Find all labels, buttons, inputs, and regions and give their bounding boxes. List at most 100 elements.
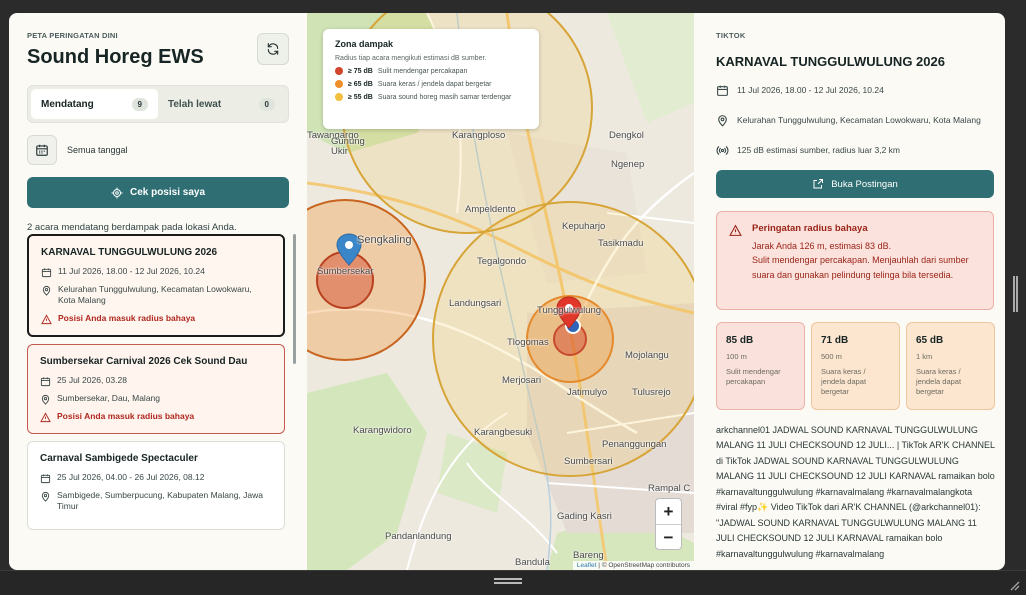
- map-label-kepuharjo: Kepuharjo: [562, 221, 606, 232]
- tab-mendatang[interactable]: Mendatang 9: [31, 89, 158, 119]
- event-date: 25 Jul 2026, 03.28: [57, 374, 127, 385]
- map-label-sumbersekar: Sumbersekar: [317, 266, 374, 277]
- map-label-pandanlandung: Pandanlandung: [385, 531, 452, 542]
- level-radius: 1 km: [916, 352, 933, 361]
- date-filter[interactable]: Semua tanggal: [27, 135, 128, 165]
- date-filter-button[interactable]: [27, 135, 57, 165]
- map-attribution: Leaflet | © OpenStreetMap contributors: [572, 561, 694, 570]
- post-description: arkchannel01 JADWAL SOUND KARNAVAL TUNGG…: [716, 425, 995, 559]
- map-label-ngenep: Ngenep: [611, 159, 645, 170]
- event-card[interactable]: KARNAVAL TUNGGULWULUNG 2026 11 Jul 2026,…: [27, 234, 285, 337]
- map-label-bareng: Bareng: [573, 550, 604, 561]
- calendar-clock-icon: [41, 268, 52, 278]
- refresh-button[interactable]: [257, 33, 289, 65]
- open-post-label: Buka Postingan: [831, 178, 898, 190]
- broadcast-icon: [716, 146, 729, 155]
- event-title: Sumbersekar Carnival 2026 Cek Sound Dau: [40, 355, 248, 367]
- impact-map[interactable]: Karangploso Dengkol Tawangargo Gunung Uk…: [307, 13, 694, 570]
- detail-estimate: 125 dB estimasi sumber, radius luar 3,2 …: [737, 145, 900, 155]
- resize-handle-side[interactable]: [1013, 276, 1018, 312]
- map-pin-icon: [42, 285, 51, 296]
- date-filter-label: Semua tanggal: [67, 145, 128, 155]
- map-label-gading-kasri: Gading Kasri: [557, 511, 612, 522]
- legend-level: ≥ 55 dB: [348, 93, 373, 101]
- map-label-landungsari: Landungsari: [449, 298, 502, 309]
- locate-me-label: Cek posisi saya: [129, 187, 206, 198]
- map-label-karangbesuki: Karangbesuki: [474, 427, 533, 438]
- noise-level-card: 71 dB 500 m Suara keras / jendela dapat …: [811, 322, 900, 410]
- noise-level-card: 65 dB 1 km Suara keras / jendela dapat b…: [906, 322, 995, 410]
- map-label-karangploso: Karangploso: [452, 130, 506, 141]
- legend-item: ≥ 65 dB Suara keras / jendela dapat berg…: [335, 80, 527, 88]
- event-alert: Posisi Anda masuk radius bahaya: [58, 312, 196, 323]
- warning-distance: Jarak Anda 126 m, estimasi 83 dB.: [752, 241, 892, 251]
- legend-item: ≥ 55 dB Suara sound horeg masih samar te…: [335, 93, 527, 101]
- warning-icon: [41, 314, 52, 325]
- legend-swatch-orange: [335, 80, 343, 88]
- event-card[interactable]: Carnaval Sambigede Spectaculer 25 Jul 20…: [27, 440, 285, 530]
- map-label-rampal: Rampal C: [648, 483, 691, 494]
- map-pin-icon: [41, 491, 50, 502]
- refresh-icon: [267, 43, 279, 55]
- warning-title: Peringatan radius bahaya: [752, 223, 868, 234]
- map-label-tlogomas: Tlogomas: [507, 337, 549, 348]
- legend-text: Suara sound horeg masih samar terdengar: [377, 93, 512, 101]
- event-title: KARNAVAL TUNGGULWULUNG 2026: [41, 247, 218, 258]
- map-label-ampeldento: Ampeldento: [465, 204, 516, 215]
- event-list-scrollbar[interactable]: [293, 234, 296, 364]
- event-detail-panel: TIKTOK KARNAVAL TUNGGULWULUNG 2026 11 Ju…: [694, 13, 1005, 570]
- event-location: Sambigede, Sumberpucung, Kabupaten Malan…: [57, 489, 264, 512]
- map-label-sumbersari: Sumbersari: [564, 456, 613, 467]
- legend-text: Sulit mendengar percakapan: [377, 67, 468, 75]
- locate-me-button[interactable]: Cek posisi saya: [27, 177, 289, 208]
- level-radius: 500 m: [821, 352, 842, 361]
- map-label-penanggungan: Penanggungan: [602, 439, 667, 450]
- map-label-tasikmadu: Tasikmadu: [598, 238, 644, 249]
- map-label-merjosari: Merjosari: [502, 375, 542, 386]
- osm-attribution[interactable]: | © OpenStreetMap contributors: [598, 562, 690, 569]
- detail-date: 11 Jul 2026, 18.00 - 12 Jul 2026, 10.24: [737, 85, 884, 95]
- map-label-jatimulyo: Jatimulyo: [567, 387, 608, 398]
- crosshair-icon: [111, 187, 123, 198]
- warning-advice: Sulit mendengar percakapan. Menjauhlah d…: [752, 255, 969, 280]
- resize-corner-icon[interactable]: [1008, 579, 1020, 591]
- event-sidebar: PETA PERINGATAN DINI Sound Horeg EWS Men…: [9, 13, 307, 570]
- zoom-in-button[interactable]: +: [656, 499, 681, 525]
- map-label-tulusrejo: Tulusrejo: [632, 387, 671, 398]
- legend-text: Suara keras / jendela dapat bergetar: [377, 80, 492, 88]
- map-pin-icon: [41, 394, 50, 405]
- open-post-button[interactable]: Buka Postingan: [716, 170, 994, 198]
- map-label-dengkol: Dengkol: [609, 130, 644, 141]
- leaflet-link[interactable]: Leaflet: [577, 562, 597, 569]
- event-source: TIKTOK: [716, 31, 746, 40]
- warning-icon: [40, 412, 51, 423]
- tab-telah-lewat[interactable]: Telah lewat 0: [158, 89, 285, 119]
- zoom-out-button[interactable]: −: [656, 525, 681, 551]
- event-tabs: Mendatang 9 Telah lewat 0: [27, 85, 289, 123]
- legend-item: ≥ 75 dB Sulit mendengar percakapan: [335, 67, 527, 75]
- danger-warning: Peringatan radius bahaya Jarak Anda 126 …: [716, 211, 994, 310]
- bottom-bar: [0, 570, 1026, 595]
- calendar-clock-icon: [717, 85, 728, 96]
- map-pin-icon: [718, 115, 727, 127]
- event-location: Sumbersekar, Dau, Malang: [57, 392, 160, 403]
- detail-location: Kelurahan Tunggulwulung, Kecamatan Lowok…: [737, 115, 981, 125]
- level-radius: 100 m: [726, 352, 747, 361]
- level-db: 65 dB: [916, 335, 944, 346]
- impact-summary: 2 acara mendatang berdampak pada lokasi …: [27, 222, 237, 233]
- tab-count-badge: 9: [131, 97, 148, 111]
- tab-label: Telah lewat: [168, 98, 222, 110]
- map-label-tunggulwulung: Tunggulwulung: [537, 305, 602, 316]
- resize-handle-bottom[interactable]: [494, 578, 522, 584]
- level-db: 85 dB: [726, 335, 754, 346]
- event-alert: Posisi Anda masuk radius bahaya: [57, 410, 195, 421]
- map-label-gunung-ukir: Gunung Ukir: [331, 136, 365, 157]
- map-label-karangwidoro: Karangwidoro: [353, 425, 412, 436]
- level-db: 71 dB: [821, 335, 849, 346]
- map-label-bandulan: Bandula: [515, 557, 550, 568]
- level-desc: Sulit mendengar percakapan: [726, 367, 781, 386]
- event-card[interactable]: Sumbersekar Carnival 2026 Cek Sound Dau …: [27, 343, 285, 434]
- event-date: 25 Jul 2026, 04.00 - 26 Jul 2026, 08.12: [57, 471, 205, 482]
- event-location: Kelurahan Tunggulwulung, Kecamatan Lowok…: [58, 284, 252, 306]
- legend-title: Zona dampak: [335, 39, 394, 49]
